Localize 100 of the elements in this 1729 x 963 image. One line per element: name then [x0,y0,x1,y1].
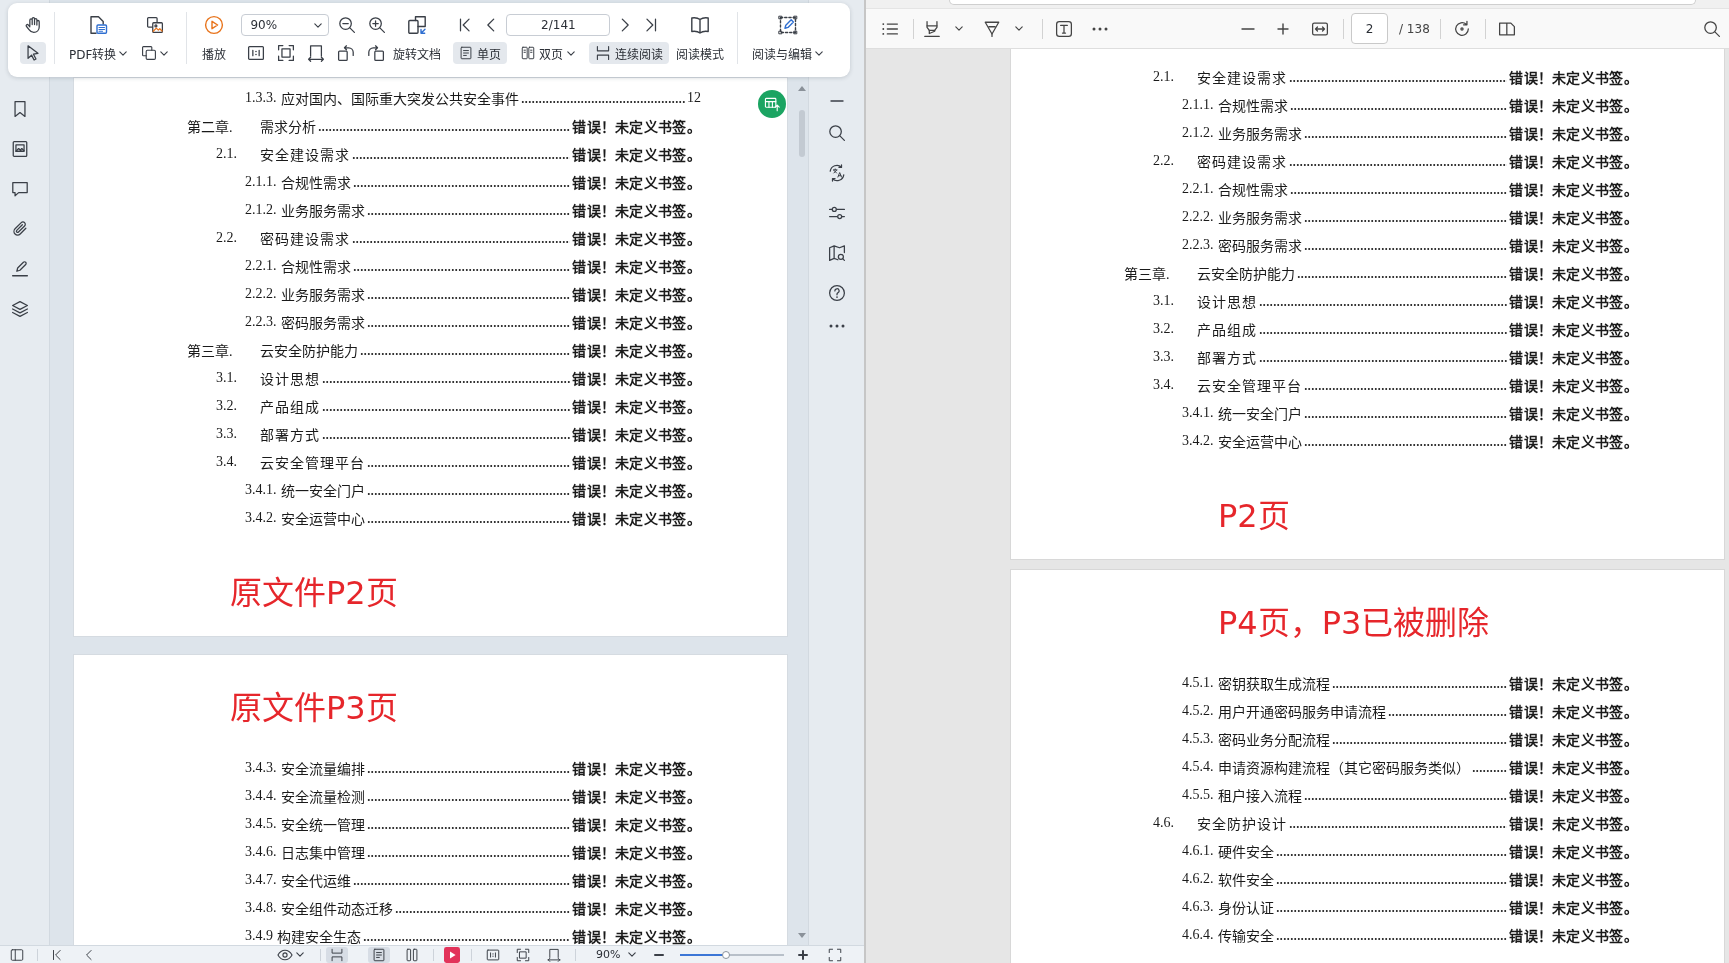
entry-number: 3.3. [1153,349,1174,365]
entry-title: 安全统一管理 [280,817,365,834]
entry-number: 2.2.1. [1182,181,1214,197]
search-icon[interactable] [1703,19,1721,38]
entry-title: 合规性需求 [280,175,351,192]
plus-icon[interactable] [1277,22,1289,35]
continuous-page-icon [595,45,612,61]
caret-icon[interactable] [296,952,304,957]
minus-icon[interactable] [654,953,665,956]
entry-title: 用户开通密码服务申请流程 [1217,704,1386,721]
thumbnail-icon[interactable] [11,140,29,158]
bookmark-error: 错误！未定义书签。 [572,482,701,500]
fit-page-icon[interactable] [516,947,530,962]
entry-title: 安全代运维 [280,873,351,890]
entry-title: 产品组成 [1197,322,1257,339]
bookmark-icon[interactable] [11,100,29,118]
entry-title: 统一安全门户 [280,483,365,500]
entry-title: 业务服务需求 [280,203,365,220]
reading-mode-button[interactable]: 阅读模式 [676,11,725,64]
more-icon[interactable] [828,324,845,328]
bookmark-error: 错误！未定义书签。 [572,146,701,164]
fit-width-icon[interactable] [307,44,326,62]
plus-icon[interactable] [798,949,809,960]
book-icon [690,15,711,35]
read-and-edit-button[interactable]: 阅读与编辑 [752,11,824,64]
sliders-icon[interactable] [827,204,846,222]
continuous-view-button[interactable] [326,946,348,963]
pdf-convert-button[interactable]: PDF转换 [69,11,128,64]
two-page-icon [521,46,536,60]
entry-number: 2.2.3. [1182,237,1214,253]
zoom-select[interactable]: 90% [241,14,330,36]
slider-thumb[interactable] [722,950,731,959]
entry-number: 第三章. [187,343,233,360]
continuous-reading-button[interactable]: 连续阅读 [589,42,670,64]
minus-icon[interactable] [1241,27,1255,30]
entry-title: 密钥获取生成流程 [1217,676,1330,693]
entry-number: 3.4.1. [245,482,277,498]
bookmark-error: 错误！未定义书签。 [572,510,701,528]
circular-arrows-icon[interactable] [827,164,846,182]
single-page-view-button[interactable] [368,946,390,963]
caret-icon[interactable] [955,26,963,31]
highlighter-icon[interactable] [923,19,941,38]
bookmark-error: 错误！未定义书签。 [572,118,701,136]
rotate-document-button[interactable]: 旋转文档 [393,11,442,64]
fullscreen-icon[interactable] [828,947,843,962]
more-icon[interactable] [1092,26,1108,31]
entry-title: 合规性需求 [1217,98,1288,115]
bookmark-error: 错误！未定义书签。 [572,258,701,276]
dash-icon[interactable] [829,100,844,102]
first-page-icon[interactable] [50,947,64,962]
help-icon[interactable] [827,284,846,302]
entry-number: 3.4.2. [1182,433,1214,449]
caret-icon [314,22,323,28]
sidebar-toggle-icon[interactable] [10,947,24,962]
entry-number: 4.5.3. [1182,731,1214,747]
actual-size-icon[interactable] [247,44,266,62]
rotate-right-icon[interactable] [367,44,386,62]
single-page-button[interactable]: 单页 [453,42,508,64]
entry-number: 3.4.7. [245,872,277,888]
bookmark-error: 错误！未定义书签。 [572,788,701,806]
play-button[interactable]: 播放 [202,11,227,64]
book-search-icon[interactable] [827,244,846,262]
rotate-left-icon[interactable] [337,44,356,62]
pen-icon[interactable] [11,260,29,278]
entry-title: 云安全防护能力 [1197,266,1295,283]
page-number-field[interactable]: 2/141 [506,14,611,36]
rotate-icon[interactable] [1452,19,1471,38]
zoom-in-icon[interactable] [368,16,387,34]
comment-icon[interactable] [11,180,29,198]
bookmark-error: 错误！未定义书签。 [1509,181,1638,199]
entry-number: 3.4. [1153,377,1174,393]
play-icon[interactable] [444,946,460,963]
caret-icon[interactable] [1015,26,1023,31]
layers-icon[interactable] [11,300,29,318]
fit-width-icon[interactable] [547,947,561,962]
zoom-level[interactable]: 90% [596,948,621,961]
select-tool-button[interactable] [20,42,46,64]
entry-title: 密码建设需求 [1197,154,1287,171]
text-box-icon[interactable] [1055,19,1073,38]
bookmark-error: 错误！未定义书签。 [1509,899,1638,917]
page-number-field[interactable]: 2 [1351,13,1388,44]
entry-number: 3.1. [1153,293,1174,309]
entry-title: 安全建设需求 [1197,70,1287,87]
single-page-icon [372,947,386,962]
bookmark-error: 错误！未定义书签。 [1509,731,1638,749]
caret-icon[interactable] [628,952,637,957]
paperclip-icon[interactable] [11,220,29,238]
actual-size-icon[interactable] [486,947,500,962]
scrollbar-thumb[interactable] [799,110,805,157]
images-icon[interactable] [145,16,164,34]
two-page-button[interactable]: 双页 [515,42,582,64]
entry-title: 申请资源构建流程（其它密码服务类似） [1217,760,1470,777]
entry-number: 4.6.3. [1182,899,1214,915]
entry-title: 密码业务分配流程 [1217,732,1330,749]
search-icon[interactable] [827,124,846,142]
entry-title: 设计思想 [1197,294,1257,311]
pen-tip-icon[interactable] [983,19,1001,38]
entry-number: 4.5.5. [1182,787,1214,803]
zoom-out-icon[interactable] [338,16,357,34]
fit-page-icon[interactable] [277,44,296,62]
